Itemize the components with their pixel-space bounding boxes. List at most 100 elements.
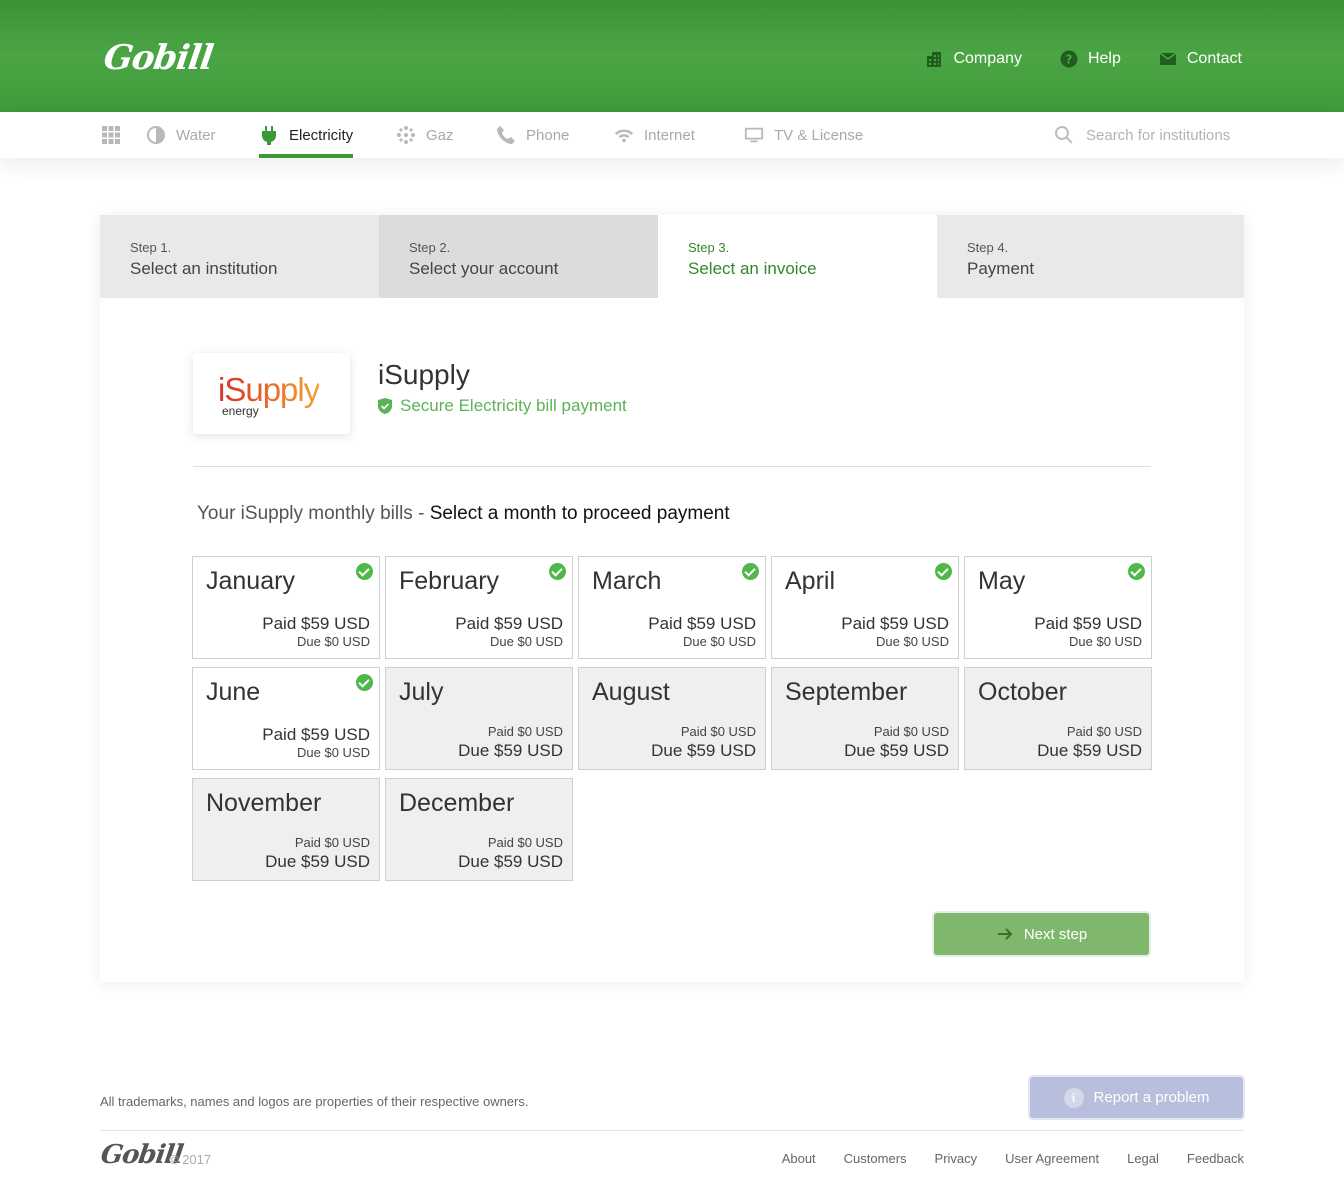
next-step-button[interactable]: Next step [934, 913, 1149, 955]
tab-tv-license-label: TV & License [774, 126, 864, 144]
nav-contact-label: Contact [1186, 50, 1242, 67]
step-title: Select an institution [130, 259, 278, 278]
due-amount: Due $59 USD [844, 741, 949, 760]
paid-check-icon [356, 563, 373, 580]
step-3-tab[interactable]: Step 3. Select an invoice [658, 215, 937, 298]
nav-help[interactable]: ? Help [1060, 50, 1121, 68]
month-name: September [785, 678, 908, 706]
paid-amount: Paid $59 USD [262, 725, 370, 744]
footer-link-privacy[interactable]: Privacy [935, 1151, 978, 1166]
institution-logo-sub: energy [222, 404, 259, 418]
due-amount: Due $59 USD [458, 852, 563, 871]
month-name: December [399, 789, 515, 817]
footer-link-about[interactable]: About [782, 1151, 816, 1166]
paid-check-icon [935, 563, 952, 580]
nav-help-label: Help [1087, 50, 1121, 67]
all-categories-button[interactable] [101, 112, 121, 158]
institution-logo: iSupply energy [193, 353, 350, 434]
month-card-november[interactable]: November Paid $0 USD Due $59 USD [192, 778, 380, 881]
paid-check-icon [742, 563, 759, 580]
plug-icon [262, 126, 276, 145]
tab-internet-label: Internet [644, 126, 695, 144]
tv-icon [744, 127, 764, 143]
month-name: July [399, 678, 444, 706]
shield-check-icon [378, 398, 392, 414]
top-nav: Company ? Help Contact [925, 50, 1242, 68]
secure-payment-note: Secure Electricity bill payment [378, 396, 627, 416]
phone-icon [497, 126, 515, 144]
report-problem-button[interactable]: i Report a problem [1030, 1077, 1243, 1118]
institution-search[interactable]: Search for institutions [1054, 112, 1230, 158]
month-card-march[interactable]: March Paid $59 USD Due $0 USD [578, 556, 766, 659]
next-step-label: Next step [1023, 925, 1088, 943]
due-amount: Due $0 USD [297, 745, 370, 760]
tab-internet[interactable]: Internet [614, 112, 695, 158]
due-amount: Due $59 USD [651, 741, 756, 760]
month-card-february[interactable]: February Paid $59 USD Due $0 USD [385, 556, 573, 659]
paid-amount: Paid $59 USD [648, 614, 756, 633]
month-card-august[interactable]: August Paid $0 USD Due $59 USD [578, 667, 766, 770]
footer-link-legal[interactable]: Legal [1127, 1151, 1159, 1166]
wizard-steps: Step 1. Select an institution Step 2. Se… [100, 215, 1244, 298]
mail-icon [1159, 52, 1177, 65]
step-number: Step 3. [688, 240, 730, 255]
nav-company-label: Company [953, 50, 1022, 67]
month-card-april[interactable]: April Paid $59 USD Due $0 USD [771, 556, 959, 659]
due-amount: Due $0 USD [297, 634, 370, 649]
tab-tv-license[interactable]: TV & License [744, 112, 863, 158]
step-2-tab[interactable]: Step 2. Select your account [379, 215, 658, 298]
nav-company[interactable]: Company [925, 50, 1022, 68]
arrow-right-icon [997, 928, 1013, 940]
institution-name: iSupply [378, 359, 470, 390]
nav-contact[interactable]: Contact [1159, 50, 1242, 68]
paid-amount: Paid $59 USD [262, 614, 370, 633]
step-1-tab[interactable]: Step 1. Select an institution [100, 215, 379, 298]
step-4-tab[interactable]: Step 4. Payment [937, 215, 1244, 298]
month-card-july[interactable]: July Paid $0 USD Due $59 USD [385, 667, 573, 770]
tab-electricity[interactable]: Electricity [259, 112, 354, 158]
help-icon: ? [1060, 50, 1078, 68]
footer-link-customers[interactable]: Customers [844, 1151, 907, 1166]
paid-amount: Paid $0 USD [294, 835, 370, 850]
month-name: August [592, 678, 670, 706]
step-number: Step 1. [130, 240, 172, 255]
svg-text:?: ? [1065, 53, 1072, 67]
month-card-may[interactable]: May Paid $59 USD Due $0 USD [964, 556, 1152, 659]
footer-link-user-agreement[interactable]: User Agreement [1005, 1151, 1099, 1166]
month-card-october[interactable]: October Paid $0 USD Due $59 USD [964, 667, 1152, 770]
trademark-notice: All trademarks, names and logos are prop… [100, 1094, 529, 1109]
paid-amount: Paid $0 USD [680, 724, 756, 739]
tab-phone[interactable]: Phone [496, 112, 569, 158]
step-title: Select your account [409, 259, 559, 278]
month-name: November [206, 789, 322, 817]
report-problem-label: Report a problem [1093, 1089, 1210, 1106]
building-icon [927, 52, 942, 67]
secure-payment-text: Secure Electricity bill payment [400, 396, 627, 415]
water-drop-icon [147, 126, 165, 144]
due-amount: Due $0 USD [876, 634, 949, 649]
due-amount: Due $0 USD [683, 634, 756, 649]
tab-phone-label: Phone [526, 126, 570, 144]
month-card-june[interactable]: June Paid $59 USD Due $0 USD [192, 667, 380, 770]
paid-amount: Paid $59 USD [455, 614, 563, 633]
paid-amount: Paid $59 USD [841, 614, 949, 633]
month-card-january[interactable]: January Paid $59 USD Due $0 USD [192, 556, 380, 659]
step-number: Step 2. [409, 240, 451, 255]
tab-gaz-label: Gaz [426, 126, 454, 144]
paid-amount: Paid $0 USD [873, 724, 949, 739]
due-amount: Due $0 USD [1069, 634, 1142, 649]
month-card-september[interactable]: September Paid $0 USD Due $59 USD [771, 667, 959, 770]
month-name: February [399, 567, 500, 595]
tab-electricity-label: Electricity [289, 126, 354, 144]
tab-gaz[interactable]: Gaz [396, 112, 454, 158]
month-name: March [592, 567, 662, 595]
gobill-logo[interactable]: Gobill [101, 38, 215, 78]
payment-wizard-card: Step 1. Select an institution Step 2. Se… [100, 215, 1244, 982]
search-input[interactable]: Search for institutions [1086, 127, 1230, 144]
month-name: May [978, 567, 1026, 595]
bills-heading-prefix: Your iSupply monthly bills - [197, 503, 430, 524]
bills-heading-emphasis: Select a month to proceed payment [429, 503, 730, 524]
footer-link-feedback[interactable]: Feedback [1187, 1151, 1244, 1166]
month-card-december[interactable]: December Paid $0 USD Due $59 USD [385, 778, 573, 881]
tab-water[interactable]: Water [146, 112, 215, 158]
